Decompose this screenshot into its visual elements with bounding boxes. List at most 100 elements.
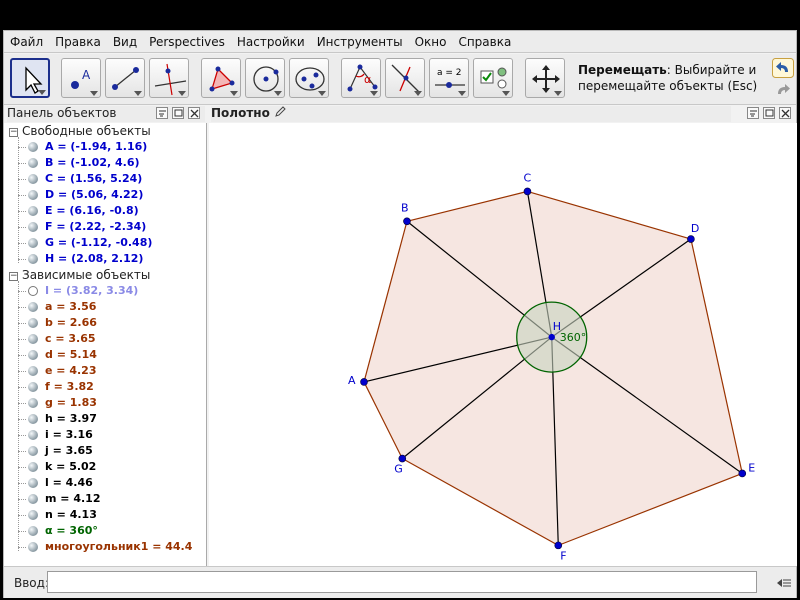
visibility-toggle-icon[interactable] xyxy=(28,542,38,552)
algebra-object-item[interactable]: m = 4.12 xyxy=(45,492,100,505)
tool-dropdown-arrow[interactable] xyxy=(458,91,466,96)
visibility-toggle-icon[interactable] xyxy=(28,494,38,504)
algebra-object-item[interactable]: G = (-1.12, -0.48) xyxy=(45,236,152,249)
free-objects-group-title[interactable]: Свободные объекты xyxy=(22,124,151,138)
visibility-toggle-icon[interactable] xyxy=(28,158,38,168)
visibility-toggle-icon[interactable] xyxy=(28,190,38,200)
tool-dropdown-arrow[interactable] xyxy=(38,90,46,95)
visibility-toggle-icon[interactable] xyxy=(28,446,38,456)
circle-tool-button[interactable] xyxy=(245,58,285,98)
perpendicular-line-tool-button[interactable] xyxy=(149,58,189,98)
visibility-toggle-icon[interactable] xyxy=(28,142,38,152)
algebra-object-item[interactable]: I = (3.82, 3.34) xyxy=(45,284,138,297)
algebra-object-item[interactable]: D = (5.06, 4.22) xyxy=(45,188,143,201)
algebra-object-item[interactable]: B = (-1.02, 4.6) xyxy=(45,156,140,169)
visibility-toggle-icon[interactable] xyxy=(28,334,38,344)
visibility-toggle-icon[interactable] xyxy=(28,174,38,184)
point-f[interactable] xyxy=(554,541,563,550)
menu-help[interactable]: Справка xyxy=(452,31,517,53)
tool-dropdown-arrow[interactable] xyxy=(318,91,326,96)
algebra-object-item[interactable]: b = 2.66 xyxy=(45,316,97,329)
visibility-toggle-icon[interactable] xyxy=(28,286,38,296)
visibility-toggle-icon[interactable] xyxy=(28,526,38,536)
visibility-toggle-icon[interactable] xyxy=(28,382,38,392)
point-b[interactable] xyxy=(403,217,411,226)
tool-dropdown-arrow[interactable] xyxy=(502,91,510,96)
algebra-object-item[interactable]: H = (2.08, 2.12) xyxy=(45,252,143,265)
pencil-icon[interactable] xyxy=(274,106,286,118)
visibility-toggle-icon[interactable] xyxy=(28,302,38,312)
tool-dropdown-arrow[interactable] xyxy=(90,91,98,96)
visibility-toggle-icon[interactable] xyxy=(28,462,38,472)
menu-edit[interactable]: Правка xyxy=(49,31,107,53)
point-tool-button[interactable]: A xyxy=(61,58,101,98)
algebra-object-item[interactable]: a = 3.56 xyxy=(45,300,96,313)
algebra-object-item[interactable]: E = (6.16, -0.8) xyxy=(45,204,139,217)
algebra-object-item[interactable]: d = 5.14 xyxy=(45,348,97,361)
algebra-object-item[interactable]: F = (2.22, -2.34) xyxy=(45,220,146,233)
menu-settings[interactable]: Настройки xyxy=(231,31,311,53)
segment-tool-button[interactable] xyxy=(105,58,145,98)
conic-tool-button[interactable] xyxy=(289,58,329,98)
algebra-object-item[interactable]: многоугольник1 = 44.4 xyxy=(45,540,192,553)
polygon-tool-button[interactable] xyxy=(201,58,241,98)
graphics-view[interactable]: A B C D E F G H 360° xyxy=(209,123,797,566)
move-tool-button[interactable] xyxy=(10,58,50,98)
point-d[interactable] xyxy=(687,235,695,243)
tool-dropdown-arrow[interactable] xyxy=(230,91,238,96)
command-input[interactable] xyxy=(47,571,757,593)
visibility-toggle-icon[interactable] xyxy=(28,398,38,408)
tool-dropdown-arrow[interactable] xyxy=(274,91,282,96)
algebra-object-item[interactable]: C = (1.56, 5.24) xyxy=(45,172,142,185)
graphics-panel-close-button[interactable] xyxy=(779,107,791,119)
algebra-object-item[interactable]: f = 3.82 xyxy=(45,380,94,393)
menu-file[interactable]: Файл xyxy=(4,31,49,53)
checkbox-tool-button[interactable] xyxy=(473,58,513,98)
visibility-toggle-icon[interactable] xyxy=(28,350,38,360)
geometry-canvas[interactable]: ABCDEFGH360° xyxy=(209,123,797,566)
visibility-toggle-icon[interactable] xyxy=(28,222,38,232)
point-a[interactable] xyxy=(360,378,368,386)
algebra-object-item[interactable]: c = 3.65 xyxy=(45,332,96,345)
algebra-object-item[interactable]: j = 3.65 xyxy=(45,444,93,457)
algebra-object-item[interactable]: α = 360° xyxy=(45,524,98,537)
tool-dropdown-arrow[interactable] xyxy=(134,91,142,96)
visibility-toggle-icon[interactable] xyxy=(28,510,38,520)
redo-button[interactable] xyxy=(772,80,794,100)
algebra-object-item[interactable]: A = (-1.94, 1.16) xyxy=(45,140,147,153)
tool-dropdown-arrow[interactable] xyxy=(554,91,562,96)
algebra-panel-close-button[interactable] xyxy=(188,107,200,119)
tool-dropdown-arrow[interactable] xyxy=(414,91,422,96)
algebra-object-item[interactable]: l = 4.46 xyxy=(45,476,93,489)
menu-tools[interactable]: Инструменты xyxy=(311,31,409,53)
graphics-panel-menu-button[interactable] xyxy=(747,107,759,119)
tool-dropdown-arrow[interactable] xyxy=(178,91,186,96)
algebra-panel-menu-button[interactable] xyxy=(156,107,168,119)
slider-tool-button[interactable]: a = 2 xyxy=(429,58,469,98)
menu-view[interactable]: Вид xyxy=(107,31,143,53)
menu-perspectives[interactable]: Perspectives xyxy=(143,31,231,53)
algebra-panel-undock-button[interactable] xyxy=(172,107,184,119)
undo-button[interactable] xyxy=(772,58,794,78)
visibility-toggle-icon[interactable] xyxy=(28,318,38,328)
visibility-toggle-icon[interactable] xyxy=(28,414,38,424)
visibility-toggle-icon[interactable] xyxy=(28,206,38,216)
visibility-toggle-icon[interactable] xyxy=(28,254,38,264)
visibility-toggle-icon[interactable] xyxy=(28,478,38,488)
tool-dropdown-arrow[interactable] xyxy=(370,91,378,96)
point-c[interactable] xyxy=(523,187,532,196)
free-objects-collapse-toggle[interactable]: − xyxy=(9,128,18,137)
reflect-tool-button[interactable] xyxy=(385,58,425,98)
dependent-objects-group-title[interactable]: Зависимые объекты xyxy=(22,268,150,282)
visibility-toggle-icon[interactable] xyxy=(28,238,38,248)
algebra-object-item[interactable]: h = 3.97 xyxy=(45,412,97,425)
algebra-object-item[interactable]: k = 5.02 xyxy=(45,460,96,473)
input-help-icon[interactable] xyxy=(776,577,792,589)
move-graphics-view-tool-button[interactable] xyxy=(525,58,565,98)
dependent-objects-collapse-toggle[interactable]: − xyxy=(9,272,18,281)
algebra-object-item[interactable]: e = 4.23 xyxy=(45,364,96,377)
graphics-panel-undock-button[interactable] xyxy=(763,107,775,119)
point-g[interactable] xyxy=(398,454,407,463)
angle-tool-button[interactable]: α xyxy=(341,58,381,98)
visibility-toggle-icon[interactable] xyxy=(28,430,38,440)
